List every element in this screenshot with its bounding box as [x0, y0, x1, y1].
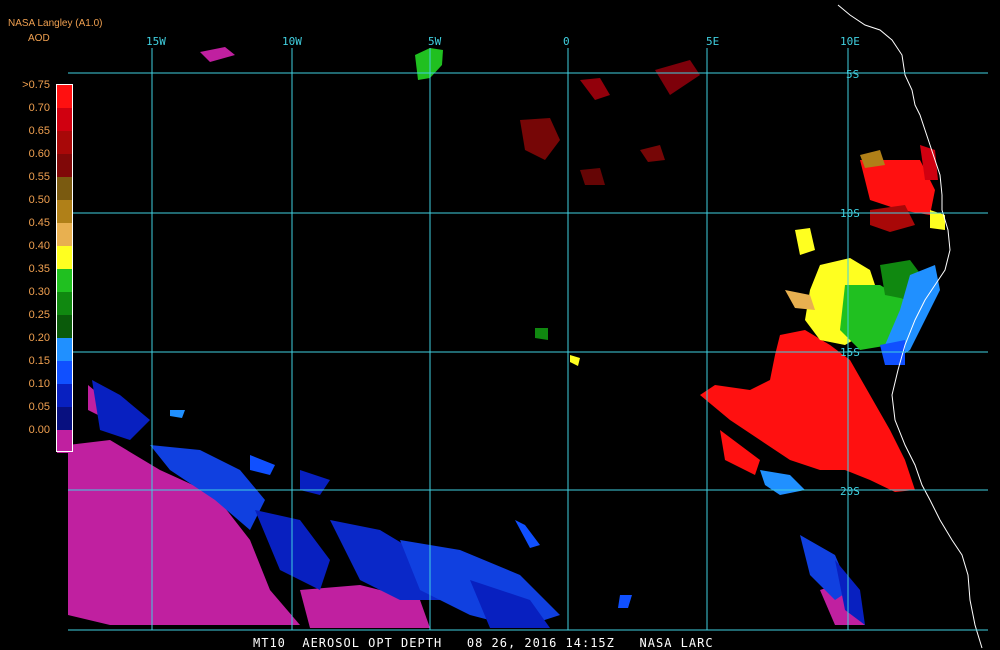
lat-label-10s: 10S: [840, 207, 860, 220]
legend-label: 0.45: [28, 217, 50, 229]
lon-label-5w: 5W: [428, 35, 442, 48]
legend-label: 0.40: [28, 240, 50, 252]
legend-swatch: [57, 361, 73, 384]
lon-label-15w: 15W: [146, 35, 166, 48]
footer-caption: MT10 AEROSOL OPT DEPTH 08 26, 2016 14:15…: [253, 636, 714, 650]
legend-label: 0.30: [28, 286, 50, 298]
legend-label: 0.10: [28, 378, 50, 390]
lat-label-15s: 15S: [840, 346, 860, 359]
legend-label: 0.05: [28, 401, 50, 413]
lon-label-10w: 10W: [282, 35, 302, 48]
legend-swatch: [57, 154, 73, 177]
legend-label: 0.60: [28, 148, 50, 160]
legend-swatch: [57, 223, 73, 246]
legend-swatch: [57, 430, 73, 453]
lon-label-5e: 5E: [706, 35, 719, 48]
legend-swatch: [57, 315, 73, 338]
legend-label: >0.75: [22, 79, 50, 91]
legend-swatch: [57, 177, 73, 200]
legend-label: 0.20: [28, 332, 50, 344]
legend-label: 0.50: [28, 194, 50, 206]
legend-swatch: [57, 407, 73, 430]
legend-swatch: [57, 338, 73, 361]
legend-swatch: [57, 85, 73, 108]
legend-label: 0.55: [28, 171, 50, 183]
map-title: NASA Langley (A1.0): [8, 18, 103, 29]
lat-label-20s: 20S: [840, 485, 860, 498]
aod-map: 15W 10W 5W 0 5E 10E 5S 10S 15S 20S: [0, 0, 1000, 650]
legend-label: 0.00: [28, 424, 50, 436]
legend-swatch: [57, 108, 73, 131]
legend-swatch: [57, 131, 73, 154]
lon-label-10e: 10E: [840, 35, 860, 48]
lat-label-5s: 5S: [846, 68, 859, 81]
legend-label: 0.65: [28, 125, 50, 137]
legend-swatch: [57, 292, 73, 315]
legend-label: 0.35: [28, 263, 50, 275]
legend-label: 0.15: [28, 355, 50, 367]
legend-swatch: [57, 246, 73, 269]
legend-swatch: [57, 384, 73, 407]
legend-swatch: [57, 269, 73, 292]
product-label: AOD: [28, 33, 50, 44]
legend-label: 0.70: [28, 102, 50, 114]
legend-swatch: [57, 200, 73, 223]
legend-label: 0.25: [28, 309, 50, 321]
lon-label-0: 0: [563, 35, 570, 48]
